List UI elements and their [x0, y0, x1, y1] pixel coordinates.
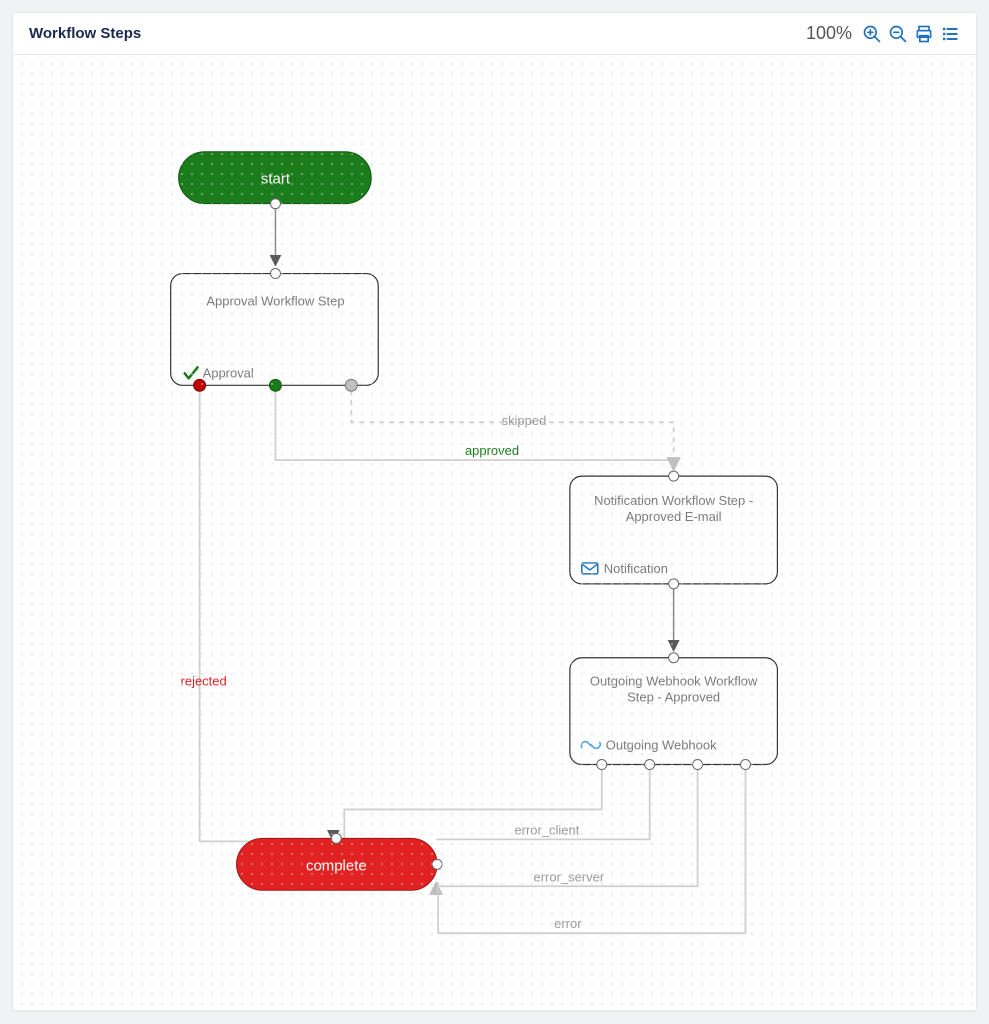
edge-label-rejected: rejected	[181, 674, 227, 689]
port-webhook-out-error[interactable]	[740, 760, 750, 770]
node-approval[interactable]: Approval Workflow Step Approval	[171, 269, 379, 392]
node-start[interactable]: start	[179, 152, 372, 209]
edge-label-skipped: skipped	[502, 413, 547, 428]
port-webhook-out-error-client[interactable]	[645, 760, 655, 770]
port-webhook-in[interactable]	[669, 653, 679, 663]
edge-label-error: error	[554, 916, 582, 931]
port-approval-rejected[interactable]	[194, 379, 206, 391]
zoom-out-icon	[888, 24, 908, 44]
port-approval-skipped[interactable]	[345, 379, 357, 391]
node-notification[interactable]: Notification Workflow Step - Approved E-…	[570, 471, 778, 589]
zoom-level: 100%	[806, 23, 852, 44]
port-complete-in-top[interactable]	[331, 833, 341, 843]
node-webhook[interactable]: Outgoing Webhook Workflow Step - Approve…	[570, 653, 778, 770]
node-approval-title: Approval Workflow Step	[206, 293, 344, 308]
port-approval-in[interactable]	[270, 269, 280, 279]
toolbar: 100%	[806, 23, 960, 44]
node-approval-type: Approval	[203, 365, 254, 380]
diagram-canvas[interactable]: approved skipped rejected error_client e…	[13, 55, 976, 1010]
port-notification-in[interactable]	[669, 471, 679, 481]
print-button[interactable]	[914, 24, 934, 44]
port-complete-in-right[interactable]	[432, 859, 442, 869]
port-start-out[interactable]	[270, 199, 280, 209]
edge-label-error-server: error_server	[534, 869, 605, 884]
node-webhook-title2: Step - Approved	[627, 690, 720, 705]
node-complete[interactable]: complete	[237, 833, 443, 890]
port-notification-out[interactable]	[669, 579, 679, 589]
node-complete-label: complete	[306, 857, 367, 874]
node-notification-type: Notification	[604, 561, 668, 576]
zoom-out-button[interactable]	[888, 24, 908, 44]
workflow-panel: Workflow Steps 100%	[12, 12, 977, 1011]
node-start-label: start	[261, 171, 291, 188]
panel-header: Workflow Steps 100%	[13, 13, 976, 55]
edge-label-error-client: error_client	[514, 822, 579, 837]
node-notification-title2: Approved E-mail	[626, 509, 722, 524]
workflow-svg: approved skipped rejected error_client e…	[13, 55, 976, 1010]
panel-title: Workflow Steps	[29, 25, 141, 42]
node-notification-title1: Notification Workflow Step -	[594, 493, 753, 508]
port-webhook-out-success[interactable]	[597, 760, 607, 770]
node-webhook-type: Outgoing Webhook	[606, 738, 717, 753]
port-webhook-out-error-server[interactable]	[693, 760, 703, 770]
port-approval-approved[interactable]	[269, 379, 281, 391]
edge-label-approved: approved	[465, 443, 519, 458]
list-button[interactable]	[940, 24, 960, 44]
node-webhook-title1: Outgoing Webhook Workflow	[590, 674, 758, 689]
print-icon	[914, 24, 934, 44]
zoom-in-icon	[862, 24, 882, 44]
zoom-in-button[interactable]	[862, 24, 882, 44]
list-icon	[940, 24, 960, 44]
edge-error	[438, 767, 745, 934]
